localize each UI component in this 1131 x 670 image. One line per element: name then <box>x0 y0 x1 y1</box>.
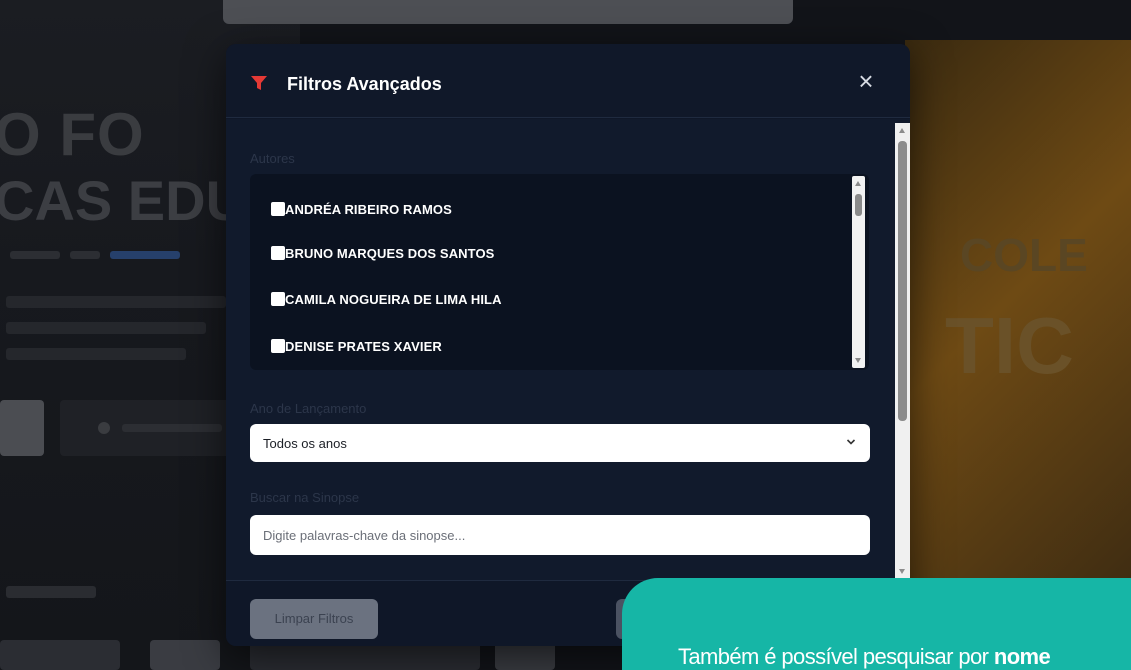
close-button[interactable]: × <box>850 66 882 98</box>
background-section-title <box>6 586 96 598</box>
modal-title: Filtros Avançados <box>287 74 442 94</box>
author-checkbox[interactable] <box>271 339 285 353</box>
synopsis-label: Buscar na Sinopse <box>250 490 360 505</box>
funnel-icon <box>251 76 267 90</box>
modal-header: Filtros Avançados × <box>226 44 910 118</box>
year-select-value: Todos os anos <box>263 436 347 451</box>
authors-list[interactable]: ANDRÉA RIBEIRO RAMOS BRUNO MARQUES DOS S… <box>250 174 869 370</box>
author-name: BRUNO MARQUES DOS SANTOS <box>285 245 495 261</box>
close-icon: × <box>858 66 874 96</box>
author-option[interactable]: ANDRÉA RIBEIRO RAMOS <box>271 200 452 218</box>
scrollbar-thumb[interactable] <box>898 141 907 421</box>
scroll-up-arrow-icon[interactable] <box>855 181 861 186</box>
synopsis-search-input[interactable] <box>250 515 870 555</box>
author-checkbox[interactable] <box>271 246 285 260</box>
advanced-filters-modal: Filtros Avançados × Autores ANDRÉA RIBEI… <box>226 44 910 646</box>
author-option[interactable]: CAMILA NOGUEIRA DE LIMA HILA <box>271 290 502 308</box>
authors-label: Autores <box>250 151 295 166</box>
tutorial-tooltip: Também é possível pesquisar por nome <box>622 578 1131 670</box>
scrollbar-thumb[interactable] <box>855 194 862 216</box>
background-info-button <box>60 400 240 456</box>
tooltip-text-bold: nome <box>993 644 1051 669</box>
app-page: O FO CAS EDU COLE TIC Filtros Avançados … <box>0 0 1131 670</box>
background-banner-text: COLE <box>960 229 1088 281</box>
author-checkbox[interactable] <box>271 202 285 216</box>
background-title-line-1: O FO <box>0 101 145 168</box>
scroll-down-arrow-icon[interactable] <box>899 569 905 574</box>
background-description <box>6 296 236 374</box>
author-name: DENISE PRATES XAVIER <box>285 338 442 354</box>
modal-scrollbar[interactable] <box>895 123 910 579</box>
author-option[interactable]: BRUNO MARQUES DOS SANTOS <box>271 244 494 262</box>
author-option[interactable]: DENISE PRATES XAVIER <box>271 337 442 355</box>
scroll-down-arrow-icon[interactable] <box>855 358 861 363</box>
author-name: ANDRÉA RIBEIRO RAMOS <box>285 201 452 217</box>
background-title-line-2: CAS EDU <box>0 169 247 232</box>
year-label: Ano de Lançamento <box>250 401 367 416</box>
year-select[interactable]: Todos os anos <box>250 424 870 462</box>
background-meta <box>10 246 210 259</box>
modal-body: Autores ANDRÉA RIBEIRO RAMOS BRUNO MARQU… <box>226 119 910 622</box>
chevron-down-icon <box>846 439 856 445</box>
tooltip-text: Também é possível pesquisar por nome <box>678 644 1051 669</box>
background-search-bar <box>223 0 793 24</box>
author-checkbox[interactable] <box>271 292 285 306</box>
clear-filters-button[interactable]: Limpar Filtros <box>250 599 378 639</box>
author-name: CAMILA NOGUEIRA DE LIMA HILA <box>285 291 502 307</box>
background-banner-text-large: TIC <box>945 301 1074 390</box>
background-play-button <box>0 400 44 456</box>
scroll-up-arrow-icon[interactable] <box>899 128 905 133</box>
authors-scrollbar[interactable] <box>852 176 865 368</box>
